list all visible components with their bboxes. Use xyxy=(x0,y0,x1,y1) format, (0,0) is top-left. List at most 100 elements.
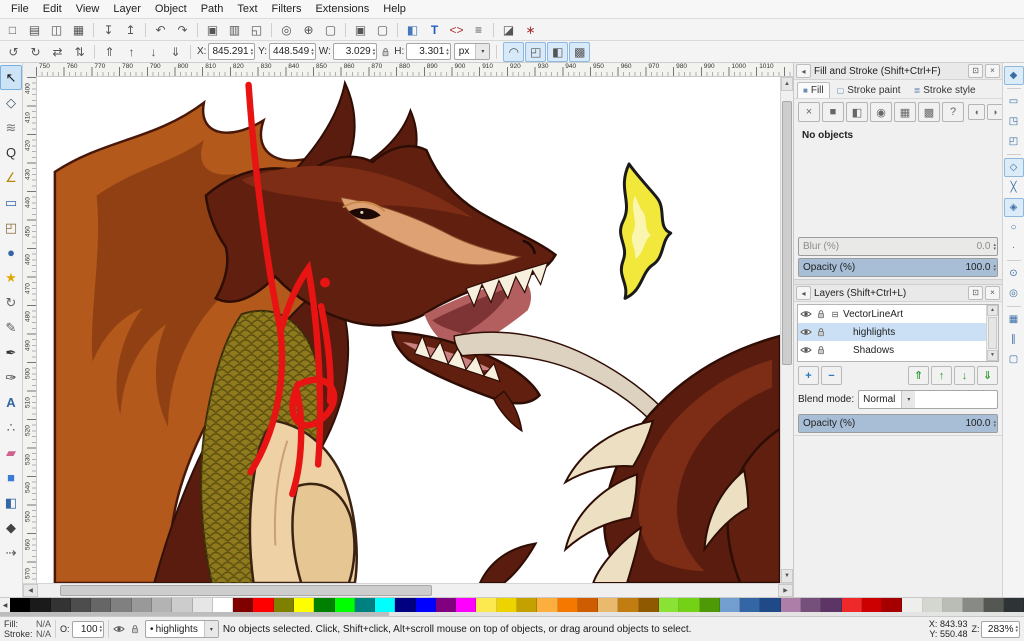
menu-item-edit[interactable]: Edit xyxy=(36,2,69,16)
raise-to-top-button[interactable]: ⇑ xyxy=(99,42,120,62)
layer-row-shadows[interactable]: Shadows xyxy=(798,341,986,359)
palette-swatch[interactable] xyxy=(639,598,659,612)
pattern-button[interactable]: ▦ xyxy=(894,102,916,122)
pencil-tool[interactable]: ✎ xyxy=(0,315,22,340)
palette-swatch[interactable] xyxy=(720,598,740,612)
rectangle-tool[interactable]: ▭ xyxy=(0,190,22,215)
y-input[interactable]: 448.549▴▾ xyxy=(269,43,316,60)
menu-item-extensions[interactable]: Extensions xyxy=(308,2,376,16)
x-steppers[interactable]: ▴▾ xyxy=(251,48,254,56)
palette-swatch[interactable] xyxy=(882,598,902,612)
layer-lower-button[interactable]: ↓ xyxy=(954,366,975,385)
vertical-scroll-track[interactable] xyxy=(781,91,793,569)
palette-swatch[interactable] xyxy=(51,598,71,612)
horizontal-scroll-thumb[interactable] xyxy=(60,585,432,596)
menu-item-path[interactable]: Path xyxy=(194,2,231,16)
scale-stroke-toggle[interactable]: ◠ xyxy=(503,42,524,62)
menu-item-help[interactable]: Help xyxy=(376,2,413,16)
palette-swatch[interactable] xyxy=(700,598,720,612)
measure-tool[interactable]: ∠ xyxy=(0,165,22,190)
calligraphy-tool[interactable]: ✑ xyxy=(0,365,22,390)
fill-stroke-dock-button[interactable]: ⊡ xyxy=(968,64,983,78)
scroll-up-icon[interactable]: ▲ xyxy=(781,77,793,91)
selector-tool[interactable]: ↖ xyxy=(0,65,22,90)
scroll-left-icon[interactable]: ◀ xyxy=(23,584,38,597)
node-tool[interactable]: ◇ xyxy=(0,90,22,115)
undo-button[interactable]: ↶ xyxy=(150,20,171,40)
unknown-paint-button[interactable]: ? xyxy=(942,102,964,122)
connector-tool[interactable]: ⇢ xyxy=(0,540,22,565)
palette-swatch[interactable] xyxy=(253,598,273,612)
align-dialog-button[interactable]: ≡ xyxy=(468,20,489,40)
snap-page-border-toggle[interactable]: ▢ xyxy=(1004,350,1024,369)
pen-tool[interactable]: ✒ xyxy=(0,340,22,365)
status-layer-visibility-icon[interactable] xyxy=(113,624,125,634)
layers-scrollbar[interactable]: ▲ ▼ xyxy=(986,305,998,361)
dropper-tool[interactable]: ◆ xyxy=(0,515,22,540)
palette-swatch[interactable] xyxy=(943,598,963,612)
palette-swatch[interactable] xyxy=(517,598,537,612)
zoom-tool[interactable]: Q xyxy=(0,140,22,165)
object-opacity-steppers[interactable]: ▴▾ xyxy=(100,625,103,633)
palette-swatch[interactable] xyxy=(314,598,334,612)
palette-swatch[interactable] xyxy=(781,598,801,612)
layer-row-vectorlineart[interactable]: ⊟VectorLineArt xyxy=(798,305,986,323)
rotate-cw-button[interactable]: ↻ xyxy=(25,42,46,62)
linear-gradient-button[interactable]: ◧ xyxy=(846,102,868,122)
flip-horizontal-button[interactable]: ⇄ xyxy=(47,42,68,62)
layer-opacity-slider[interactable]: Opacity (%) 100.0 ▴▾ xyxy=(798,414,998,433)
palette-swatch[interactable] xyxy=(740,598,760,612)
palette-swatch[interactable] xyxy=(172,598,192,612)
paste-button[interactable]: ▥ xyxy=(224,20,245,40)
palette-swatch[interactable] xyxy=(213,598,233,612)
snap-grid-toggle[interactable]: ▦ xyxy=(1004,310,1024,329)
palette-swatch[interactable] xyxy=(760,598,780,612)
copy-button[interactable]: ▣ xyxy=(202,20,223,40)
layer-raise-button[interactable]: ↑ xyxy=(931,366,952,385)
menu-item-text[interactable]: Text xyxy=(230,2,264,16)
palette-swatch[interactable] xyxy=(558,598,578,612)
scroll-right-icon[interactable]: ▶ xyxy=(778,584,793,597)
snap-enable-toggle[interactable]: ◆ xyxy=(1004,66,1024,85)
swatch-button[interactable]: ▩ xyxy=(918,102,940,122)
h-steppers[interactable]: ▴▾ xyxy=(446,48,449,56)
horizontal-scroll-track[interactable] xyxy=(38,584,778,597)
zoom-input[interactable]: 283%▴▾ xyxy=(981,621,1020,638)
tab-stroke-paint[interactable]: ▢Stroke paint xyxy=(831,82,907,98)
object-opacity-input[interactable]: 100▴▾ xyxy=(72,621,105,638)
text-dialog-button[interactable]: T xyxy=(424,20,445,40)
unit-selector[interactable]: px▾ xyxy=(454,43,491,60)
blur-slider[interactable]: Blur (%) 0.0 ▴▾ xyxy=(798,237,998,256)
layers-scroll-down-icon[interactable]: ▼ xyxy=(987,350,998,361)
palette-swatch[interactable] xyxy=(355,598,375,612)
snap-bbox-toggle[interactable]: ▭ xyxy=(1004,92,1024,111)
star-tool[interactable]: ★ xyxy=(0,265,22,290)
canvas-horizontal-scrollbar[interactable]: ◀ ▶ xyxy=(23,583,793,597)
h-input[interactable]: 3.301▴▾ xyxy=(406,43,451,60)
redo-button[interactable]: ↷ xyxy=(172,20,193,40)
save-document-button[interactable]: ◫ xyxy=(46,20,67,40)
opacity-steppers[interactable]: ▴▾ xyxy=(993,264,996,272)
snap-midpoints-toggle[interactable]: ∙ xyxy=(1004,238,1024,257)
rotate-ccw-button[interactable]: ↺ xyxy=(3,42,24,62)
fill-stroke-dialog-button[interactable]: ◧ xyxy=(402,20,423,40)
current-layer-selector[interactable]: •highlights▾ xyxy=(145,620,219,638)
snap-nodes-toggle[interactable]: ◇ xyxy=(1004,158,1024,177)
remove-layer-button[interactable]: − xyxy=(821,366,842,385)
palette-swatch[interactable] xyxy=(10,598,30,612)
zoom-drawing-button[interactable]: ⊕ xyxy=(298,20,319,40)
layers-scroll-thumb[interactable] xyxy=(988,317,997,349)
snap-rotation-centers-toggle[interactable]: ◎ xyxy=(1004,284,1024,303)
snap-smoo​th-nodes-toggle[interactable]: ○ xyxy=(1004,218,1024,237)
palette-swatch[interactable] xyxy=(456,598,476,612)
blend-mode-selector[interactable]: Normal▾ xyxy=(858,390,998,409)
palette-swatch[interactable] xyxy=(679,598,699,612)
palette-swatch[interactable] xyxy=(30,598,50,612)
palette-swatch[interactable] xyxy=(152,598,172,612)
radial-gradient-button[interactable]: ◉ xyxy=(870,102,892,122)
canvas[interactable] xyxy=(37,77,780,583)
add-layer-button[interactable]: + xyxy=(798,366,819,385)
y-steppers[interactable]: ▴▾ xyxy=(311,48,314,56)
lower-to-bottom-button[interactable]: ⇓ xyxy=(165,42,186,62)
palette-swatch[interactable] xyxy=(1004,598,1024,612)
